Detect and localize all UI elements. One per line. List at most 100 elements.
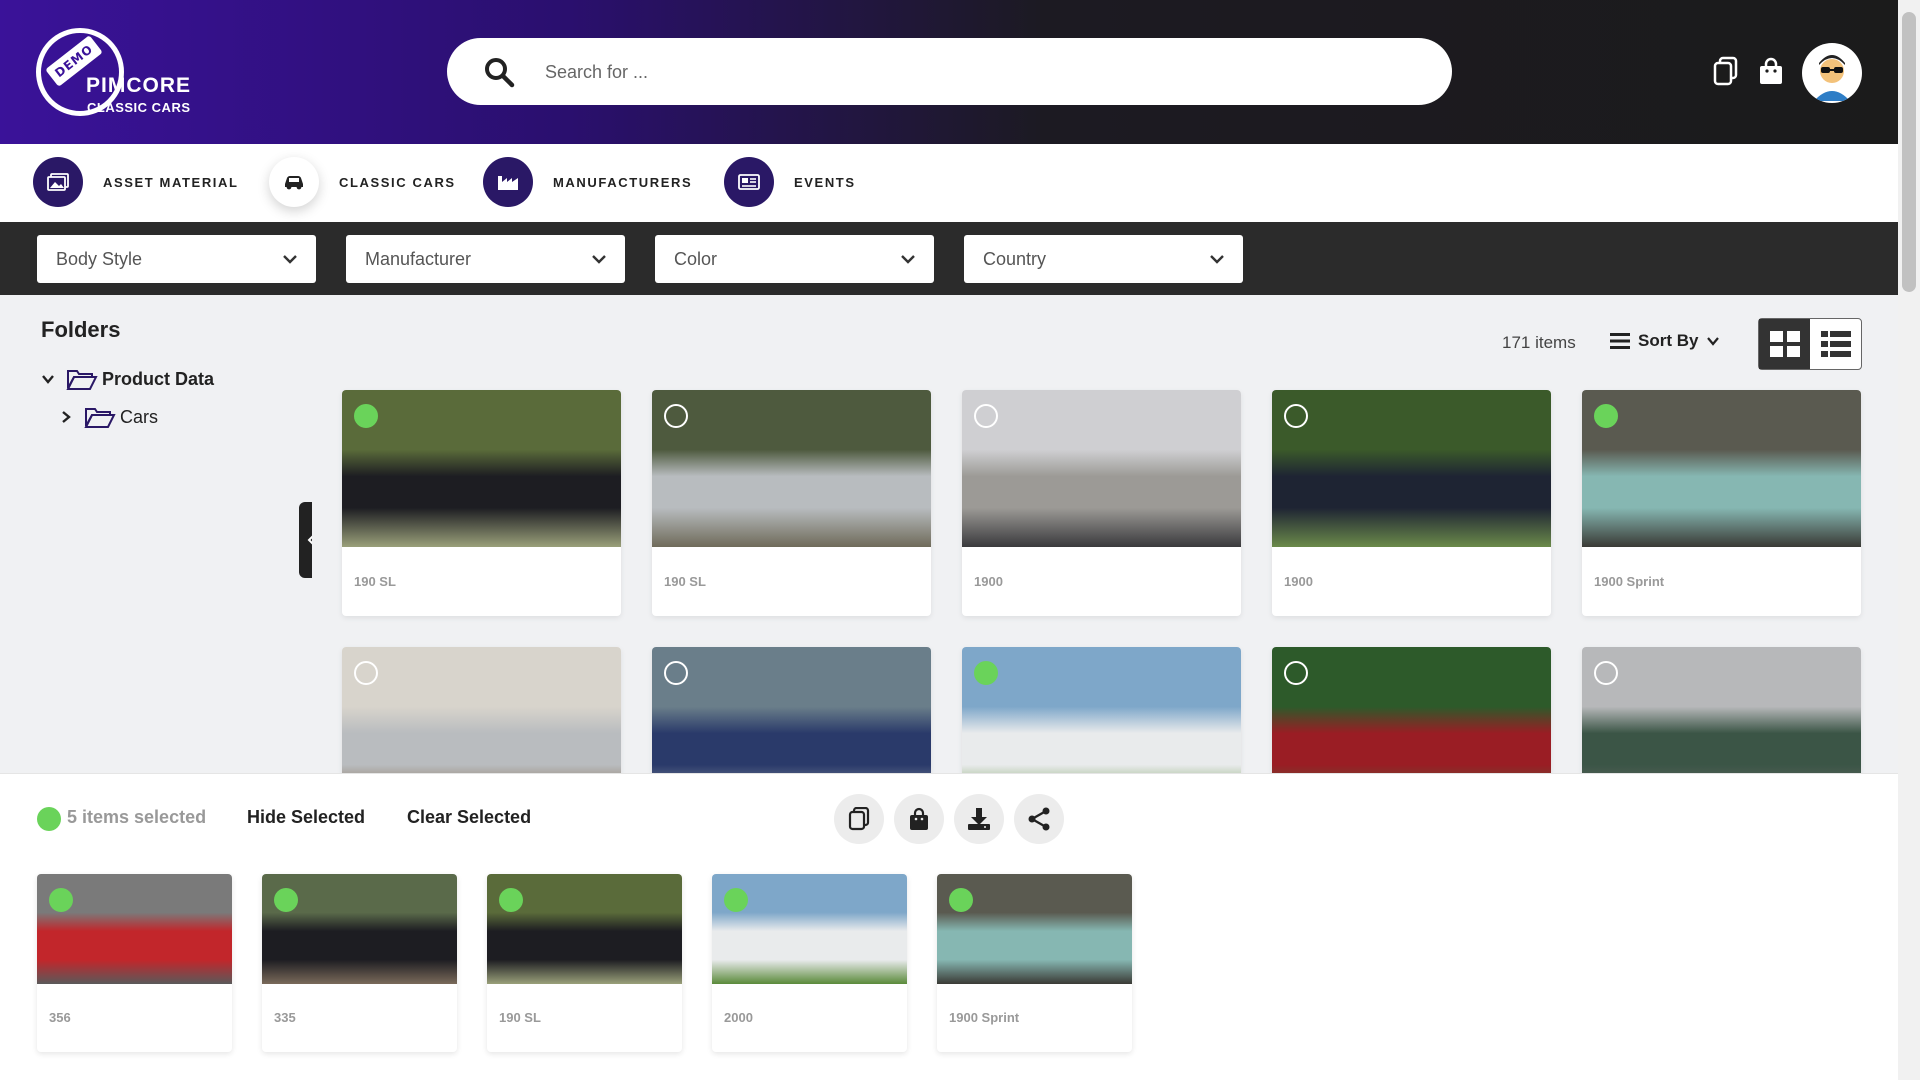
- sidebar-title: Folders: [41, 317, 121, 342]
- car-photo[interactable]: [652, 390, 931, 547]
- copy-icon[interactable]: [1712, 56, 1740, 86]
- nav-item-asset-material[interactable]: ASSET MATERIAL: [33, 154, 239, 210]
- copy-button[interactable]: [834, 794, 884, 844]
- card-title: 356: [49, 1010, 71, 1025]
- card-title: 2000: [724, 1010, 753, 1025]
- selected-asset-card[interactable]: 2000: [712, 874, 907, 1052]
- results-grid: 171 items Sort By 190 SL 190 SL 1900 1900 19…: [312, 295, 1898, 773]
- tree-label: Cars: [120, 406, 159, 427]
- select-checkbox[interactable]: [974, 661, 998, 685]
- download-icon: [968, 808, 990, 830]
- add-to-bag-button[interactable]: [894, 794, 944, 844]
- tree-item-cars[interactable]: Cars: [58, 405, 158, 429]
- selected-asset-card[interactable]: 335: [262, 874, 457, 1052]
- color-select[interactable]: Color: [655, 235, 934, 283]
- share-icon: [1028, 807, 1050, 831]
- select-checkbox[interactable]: [1284, 661, 1308, 685]
- card-title: 1900 Sprint: [949, 1010, 1020, 1025]
- select-checkbox[interactable]: [664, 661, 688, 685]
- car-photo[interactable]: [1582, 390, 1861, 547]
- avatar[interactable]: [1802, 43, 1862, 103]
- images-icon: [33, 157, 83, 207]
- nav-item-events[interactable]: EVENTS: [724, 154, 856, 210]
- selected-count: 5 items selected: [67, 807, 207, 827]
- car-photo[interactable]: [342, 390, 621, 547]
- nav-item-classic-cars[interactable]: CLASSIC CARS: [269, 154, 456, 210]
- car-photo[interactable]: [1272, 390, 1551, 547]
- page-scrollbar[interactable]: [1898, 0, 1920, 1080]
- folder-open-icon: [84, 408, 116, 428]
- copy-icon: [848, 807, 870, 831]
- menu-icon: [1610, 333, 1630, 349]
- list-view-button[interactable]: [1810, 319, 1861, 369]
- select-value: Manufacturer: [365, 248, 472, 269]
- select-checkbox[interactable]: [354, 661, 378, 685]
- car-photo[interactable]: [962, 647, 1241, 773]
- asset-card[interactable]: [652, 647, 931, 773]
- search-bar: [447, 38, 1452, 105]
- select-checkbox[interactable]: [499, 888, 523, 912]
- share-button[interactable]: [1014, 794, 1064, 844]
- tree-label: Product Data: [102, 368, 215, 389]
- selected-indicator: [37, 807, 61, 831]
- folder-open-icon: [66, 370, 98, 390]
- asset-card[interactable]: [342, 647, 621, 773]
- hide-selected-button[interactable]: Hide Selected: [247, 807, 365, 828]
- tree-item-product-data[interactable]: Product Data: [40, 367, 214, 391]
- user-avatar-icon: [1804, 45, 1860, 101]
- filter-bar: Body Style Manufacturer Color Country: [0, 222, 1898, 295]
- select-checkbox[interactable]: [274, 888, 298, 912]
- card-title: 1900: [974, 574, 1003, 589]
- asset-card[interactable]: 1900: [962, 390, 1241, 616]
- select-checkbox[interactable]: [949, 888, 973, 912]
- bag-icon[interactable]: [1757, 56, 1785, 86]
- select-checkbox[interactable]: [1594, 404, 1618, 428]
- nav-item-manufacturers[interactable]: MANUFACTURERS: [483, 154, 692, 210]
- card-title: 190 SL: [354, 574, 396, 589]
- manufacturer-select[interactable]: Manufacturer: [346, 235, 625, 283]
- download-button[interactable]: [954, 794, 1004, 844]
- selected-asset-card[interactable]: 1900 Sprint: [937, 874, 1132, 1052]
- asset-card[interactable]: 190 SL: [652, 390, 931, 616]
- scrollbar-thumb[interactable]: [1902, 12, 1916, 292]
- selected-asset-card[interactable]: 356: [37, 874, 232, 1052]
- chevron-down-icon[interactable]: [40, 371, 56, 387]
- select-checkbox[interactable]: [49, 888, 73, 912]
- country-select[interactable]: Country: [964, 235, 1243, 283]
- select-checkbox[interactable]: [724, 888, 748, 912]
- car-photo[interactable]: [652, 647, 931, 773]
- chevron-down-icon: [283, 255, 297, 264]
- folders-sidebar: Folders Product Data Cars: [0, 295, 312, 773]
- select-checkbox[interactable]: [974, 404, 998, 428]
- select-checkbox[interactable]: [664, 404, 688, 428]
- list-icon: [1820, 331, 1851, 357]
- search-input[interactable]: [545, 50, 1405, 94]
- search-icon[interactable]: [483, 56, 515, 88]
- car-photo[interactable]: [1272, 647, 1551, 773]
- asset-card[interactable]: 190 SL: [342, 390, 621, 616]
- chevron-right-icon[interactable]: [58, 409, 74, 425]
- car-photo[interactable]: [342, 647, 621, 773]
- select-checkbox[interactable]: [1284, 404, 1308, 428]
- asset-card[interactable]: [1582, 647, 1861, 773]
- select-checkbox[interactable]: [1594, 661, 1618, 685]
- logo-subtitle: CLASSIC CARS: [87, 100, 191, 115]
- asset-card[interactable]: [1272, 647, 1551, 773]
- car-photo[interactable]: [1582, 647, 1861, 773]
- grid-view-button[interactable]: [1759, 319, 1810, 369]
- bag-icon: [910, 807, 928, 830]
- asset-card[interactable]: 1900: [1272, 390, 1551, 616]
- car-photo[interactable]: [962, 390, 1241, 547]
- select-value: Color: [674, 248, 718, 269]
- body-style-select[interactable]: Body Style: [37, 235, 316, 283]
- asset-card[interactable]: [962, 647, 1241, 773]
- selection-panel: 5 items selected Hide Selected Clear Sel…: [0, 773, 1898, 1080]
- asset-card[interactable]: 1900 Sprint: [1582, 390, 1861, 616]
- top-header: DEMO PIMCORE CLASSIC CARS: [0, 0, 1898, 144]
- chevron-down-icon: [1707, 337, 1720, 346]
- select-checkbox[interactable]: [354, 404, 378, 428]
- clear-selected-button[interactable]: Clear Selected: [407, 807, 531, 828]
- sort-dropdown[interactable]: Sort By: [1610, 331, 1720, 351]
- logo[interactable]: DEMO PIMCORE CLASSIC CARS: [36, 28, 206, 120]
- selected-asset-card[interactable]: 190 SL: [487, 874, 682, 1052]
